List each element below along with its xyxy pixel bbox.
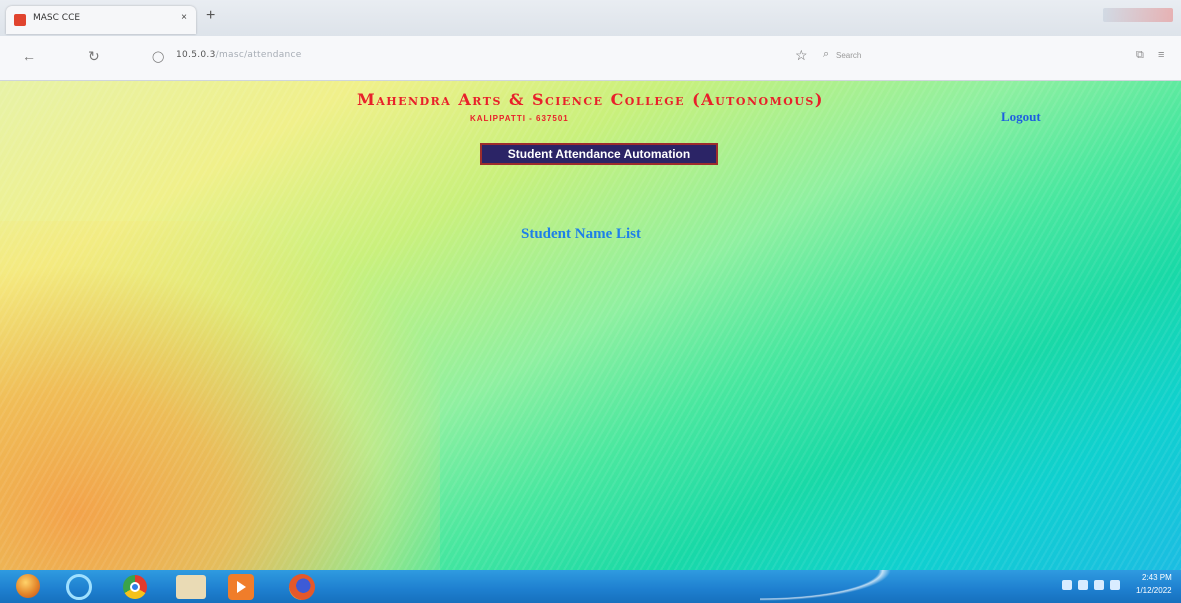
shield-icon[interactable]: ◯ <box>152 50 164 63</box>
back-button[interactable]: ← <box>22 48 36 64</box>
firefox-icon[interactable] <box>289 574 315 600</box>
chrome-icon[interactable] <box>123 575 147 599</box>
reload-button[interactable]: ↻ <box>88 48 100 65</box>
file-explorer-icon[interactable] <box>176 575 206 599</box>
web-page: Mahendra Arts & Science College (Autonom… <box>0 81 1181 570</box>
search-input[interactable]: Search <box>836 51 861 60</box>
tab-close-icon[interactable]: × <box>181 12 187 23</box>
browser-tab[interactable]: MASC CCE × <box>6 6 196 34</box>
new-tab-button[interactable]: + <box>206 8 215 24</box>
flag-icon[interactable] <box>1078 580 1088 590</box>
college-name: Mahendra Arts & Science College (Autonom… <box>357 90 824 109</box>
browser-tab-bar: MASC CCE × + <box>0 0 1181 36</box>
browser-nav-bar: ← ↻ ◯ 10.5.0.3/masc/attendance ☆ ⌕ Searc… <box>0 36 1181 81</box>
volume-icon[interactable] <box>1110 580 1120 590</box>
address-bar[interactable]: 10.5.0.3/masc/attendance <box>176 50 302 60</box>
menu-icon[interactable]: ≡ <box>1158 49 1164 61</box>
windows-taskbar: 2:43 PM 1/12/2022 <box>0 570 1181 603</box>
app-title-button[interactable]: Student Attendance Automation <box>480 143 718 165</box>
media-player-icon[interactable] <box>228 574 254 600</box>
start-button[interactable] <box>16 574 40 598</box>
url-host: 10.5.0.3 <box>176 50 216 60</box>
taskbar-glare <box>760 570 900 603</box>
logout-link[interactable]: Logout <box>1001 109 1041 125</box>
window-controls[interactable] <box>1103 8 1173 22</box>
bookmark-star-icon[interactable]: ☆ <box>795 47 808 64</box>
url-path: /masc/attendance <box>215 50 302 60</box>
favicon-icon <box>14 14 26 26</box>
clock-date[interactable]: 1/12/2022 <box>1136 586 1172 595</box>
student-name-list-heading: Student Name List <box>521 226 642 242</box>
extensions-icon[interactable]: ⧉ <box>1136 49 1144 62</box>
college-place: KALIPPATTI - 637501 <box>470 114 569 123</box>
search-icon: ⌕ <box>823 48 830 60</box>
clock-time[interactable]: 2:43 PM <box>1142 573 1172 582</box>
tab-title: MASC CCE <box>33 13 81 23</box>
battery-icon[interactable] <box>1094 580 1104 590</box>
internet-explorer-icon[interactable] <box>66 574 92 600</box>
network-icon[interactable] <box>1062 580 1072 590</box>
